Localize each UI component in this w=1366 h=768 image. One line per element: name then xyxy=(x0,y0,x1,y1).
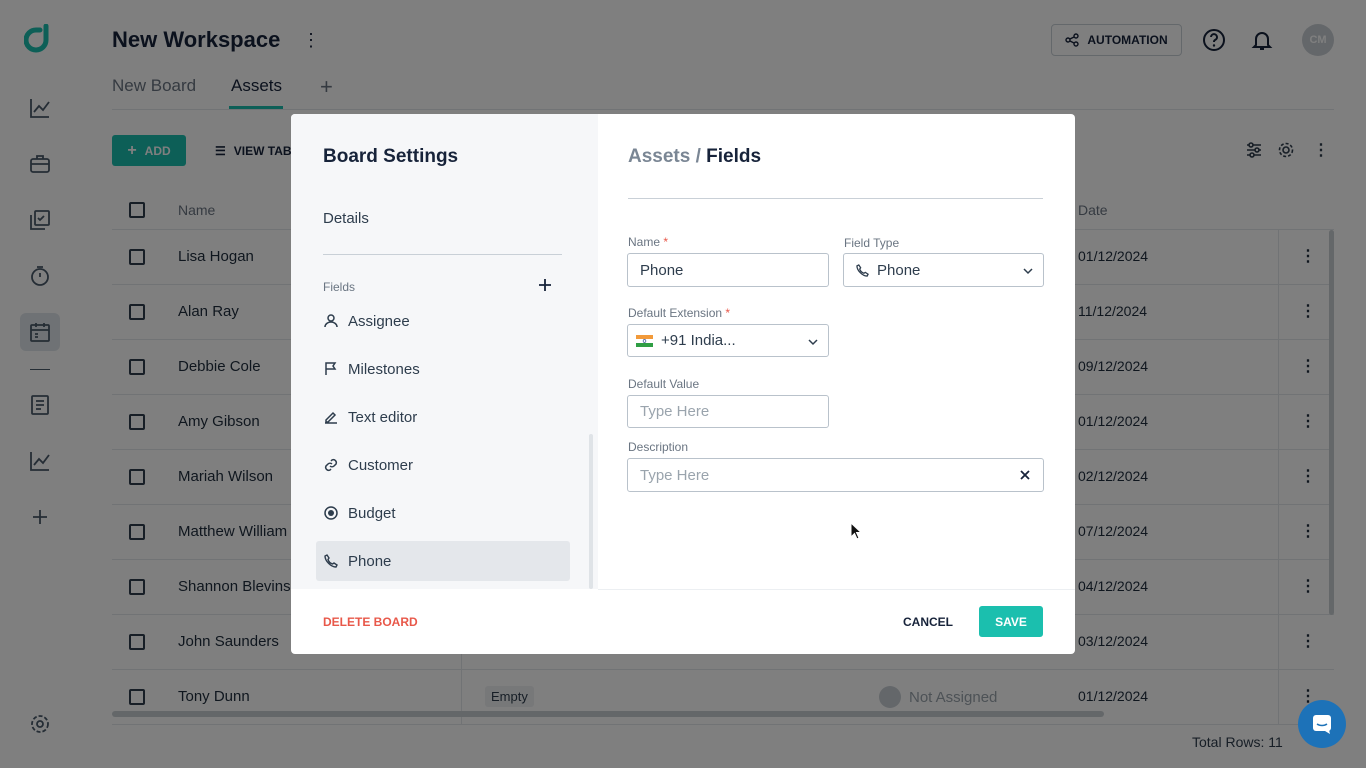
description-input[interactable]: Type Here xyxy=(627,458,1044,492)
fields-section-label: Fields xyxy=(323,280,356,294)
app-root: New Workspace ⋮ New Board Assets + AUTOM… xyxy=(0,0,1366,768)
person-icon xyxy=(324,314,338,328)
field-type-select[interactable]: Phone xyxy=(843,253,1044,287)
sidebar-scrollbar[interactable] xyxy=(589,434,593,589)
default-extension-label-text: Default Extension xyxy=(628,306,723,320)
field-item-label: Text editor xyxy=(348,408,418,426)
default-value-input[interactable]: Type Here xyxy=(627,395,829,428)
add-field-icon[interactable] xyxy=(538,278,552,292)
link-icon xyxy=(324,458,338,472)
chat-icon xyxy=(1311,713,1333,735)
cancel-button[interactable]: CANCEL xyxy=(903,615,953,629)
field-item-budget[interactable]: Budget xyxy=(316,493,570,533)
field-item-label: Assignee xyxy=(348,312,410,330)
default-extension-select[interactable]: +91 India... xyxy=(627,324,829,357)
default-value-placeholder: Type Here xyxy=(640,403,710,420)
description-placeholder: Type Here xyxy=(640,466,710,484)
delete-board-button[interactable]: DELETE BOARD xyxy=(323,615,418,629)
field-item-phone[interactable]: Phone xyxy=(316,541,570,581)
required-marker: * xyxy=(725,306,731,320)
field-item-milestones[interactable]: Milestones xyxy=(316,349,570,389)
default-value-label: Default Value xyxy=(628,377,700,391)
field-item-label: Milestones xyxy=(348,360,420,378)
name-field[interactable]: Phone xyxy=(627,253,829,287)
header-separator xyxy=(628,198,1043,199)
field-type-label: Field Type xyxy=(844,236,900,250)
modal-title: Board Settings xyxy=(323,146,459,167)
phone-icon xyxy=(324,554,338,568)
default-extension-label: Default Extension * xyxy=(628,306,730,320)
footer-divider xyxy=(598,589,1075,590)
name-label-text: Name xyxy=(628,235,661,249)
required-marker: * xyxy=(663,235,669,249)
name-field-value: Phone xyxy=(640,261,684,279)
field-item-label: Customer xyxy=(348,456,414,474)
details-link[interactable]: Details xyxy=(323,210,369,227)
india-flag-icon xyxy=(636,334,653,347)
save-button[interactable]: SAVE xyxy=(979,606,1043,637)
chat-button[interactable] xyxy=(1298,700,1346,748)
sidebar-separator xyxy=(323,254,562,255)
field-item-assignee[interactable]: Assignee xyxy=(316,301,570,341)
default-extension-value: +91 India... xyxy=(661,332,736,349)
field-item-label: Phone xyxy=(348,552,392,570)
breadcrumb-current: Fields xyxy=(706,146,762,167)
dollar-icon xyxy=(324,506,338,520)
field-item-label: Budget xyxy=(348,504,396,522)
name-label: Name * xyxy=(628,235,668,249)
phone-icon xyxy=(856,263,869,277)
chevron-down-icon xyxy=(1023,266,1033,276)
board-settings-modal: Board Settings Details Fields Assignee M… xyxy=(291,114,1075,654)
flag-icon xyxy=(324,362,338,376)
pen-icon xyxy=(324,410,338,424)
field-type-value: Phone xyxy=(877,261,921,279)
breadcrumb-parent[interactable]: Assets / xyxy=(628,146,701,167)
settings-sidebar: Board Settings Details Fields Assignee M… xyxy=(291,114,598,589)
clear-icon[interactable] xyxy=(1020,470,1030,480)
field-item-customer[interactable]: Customer xyxy=(316,445,570,485)
mouse-cursor-icon xyxy=(850,522,862,540)
chevron-down-icon xyxy=(808,337,818,347)
breadcrumb: Assets / Fields xyxy=(628,146,761,168)
field-item-text-editor[interactable]: Text editor xyxy=(316,397,570,437)
description-label: Description xyxy=(628,440,689,454)
